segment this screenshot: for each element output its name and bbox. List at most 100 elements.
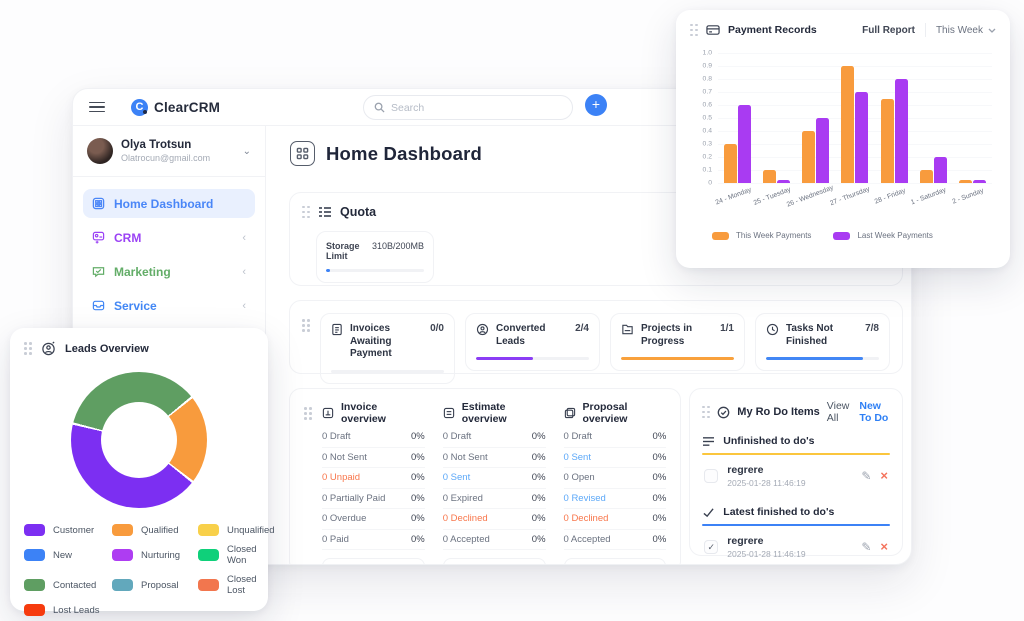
overview-row-label: 0 Open xyxy=(564,472,595,483)
sidebar-item-service[interactable]: Service‹ xyxy=(83,291,255,320)
edit-pencil-icon[interactable]: ✎ xyxy=(861,540,871,554)
bar-this-week-payments[interactable] xyxy=(881,99,894,184)
bar-this-week-payments[interactable] xyxy=(959,180,972,183)
bar-last-week-payments[interactable] xyxy=(973,180,986,183)
bar-this-week-payments[interactable] xyxy=(763,170,776,183)
overview-row-label: 0 Not Sent xyxy=(443,452,488,463)
new-todo-link[interactable]: New To Do xyxy=(859,400,890,424)
overview-row-label: 0 Draft xyxy=(443,431,472,442)
bar-this-week-payments[interactable] xyxy=(841,66,854,183)
dashboard-grid-icon xyxy=(290,141,315,166)
view-more-pill[interactable] xyxy=(322,558,425,565)
bar-group xyxy=(835,53,874,183)
legend-swatch xyxy=(24,524,45,536)
bar-last-week-payments[interactable] xyxy=(895,79,908,183)
bar-last-week-payments[interactable] xyxy=(934,157,947,183)
view-more-pill[interactable] xyxy=(443,558,546,565)
legend-item-closed-lost: Closed Lost xyxy=(198,574,275,596)
bar-this-week-payments[interactable] xyxy=(802,131,815,183)
todo-item-date: 2025-01-28 11:46:19 xyxy=(727,549,852,559)
view-more-pill[interactable] xyxy=(564,558,667,565)
overview-row: 0 Not Sent0% xyxy=(322,448,425,469)
overview-row-label: 0 Sent xyxy=(443,472,470,483)
delete-x-icon[interactable]: × xyxy=(880,542,888,552)
crm-icon xyxy=(92,231,105,244)
overview-row-label: 0 Paid xyxy=(322,534,349,545)
drag-handle-icon[interactable] xyxy=(24,342,32,355)
overview-row-value: 0% xyxy=(411,513,425,524)
drag-handle-icon[interactable] xyxy=(302,319,310,332)
legend-swatch xyxy=(24,549,45,561)
overview-row-label: 0 Declined xyxy=(443,513,488,524)
add-button[interactable]: + xyxy=(585,94,607,116)
week-range-dropdown[interactable]: This Week xyxy=(936,25,996,36)
legend-swatch xyxy=(198,549,219,561)
payment-title: Payment Records xyxy=(728,24,817,36)
bar-last-week-payments[interactable] xyxy=(777,180,790,183)
overview-row-value: 0% xyxy=(532,493,546,504)
bar-this-week-payments[interactable] xyxy=(724,144,737,183)
y-axis-tick: 0 xyxy=(690,180,712,187)
overview-row: 0 Draft0% xyxy=(443,427,546,448)
legend-swatch xyxy=(112,549,133,561)
chevron-down-icon[interactable]: ⌄ xyxy=(243,146,251,157)
chevron-left-icon[interactable]: ‹ xyxy=(242,300,246,312)
stat-card-tasks-not-finished[interactable]: Tasks Not Finished7/8 xyxy=(755,313,890,371)
sidebar-item-crm[interactable]: CRM‹ xyxy=(83,223,255,252)
drag-handle-icon[interactable] xyxy=(304,407,312,565)
overview-row: 0 Declined0% xyxy=(443,509,546,530)
x-axis-label: 1 - Saturday xyxy=(910,187,947,207)
search-input[interactable] xyxy=(391,102,541,114)
edit-pencil-icon[interactable]: ✎ xyxy=(861,469,871,483)
leads-overview-card: Leads Overview CustomerQualifiedUnqualif… xyxy=(10,328,268,611)
view-all-link[interactable]: View All xyxy=(827,400,850,424)
sidebar-item-home-dashboard[interactable]: Home Dashboard xyxy=(83,189,255,218)
full-report-link[interactable]: Full Report xyxy=(862,25,915,36)
overview-row: 0 Partially Paid0% xyxy=(322,489,425,510)
legend-item-unqualified: Unqualified xyxy=(198,524,275,536)
overview-row-value: 0% xyxy=(411,431,425,442)
drag-handle-icon[interactable] xyxy=(302,206,310,219)
bar-last-week-payments[interactable] xyxy=(738,105,751,183)
todo-section: My Ro Do Items View All New To Do Unfini… xyxy=(689,388,903,556)
stat-card-projects-in-progress[interactable]: Projects in Progress1/1 xyxy=(610,313,745,371)
stat-card-invoices-awaiting-payment[interactable]: Invoices Awaiting Payment0/0 xyxy=(320,313,455,384)
todo-subheading-label: Unfinished to do's xyxy=(723,435,814,447)
overview-row-label: 0 Not Sent xyxy=(322,452,367,463)
stat-label: Tasks Not Finished xyxy=(786,323,858,348)
drag-handle-icon[interactable] xyxy=(690,24,698,37)
overview-row-value: 0% xyxy=(532,472,546,483)
chevron-left-icon[interactable]: ‹ xyxy=(242,232,246,244)
legend-item-contacted: Contacted xyxy=(24,574,110,596)
legend-swatch xyxy=(712,232,729,240)
todo-item: ✓regrere2025-01-28 11:46:19✎× xyxy=(702,526,890,565)
y-axis-tick: 0.3 xyxy=(690,141,712,148)
payment-chart-legend: This Week PaymentsLast Week Payments xyxy=(712,231,996,240)
legend-label: Customer xyxy=(53,525,94,536)
todo-checkbox[interactable] xyxy=(704,469,718,483)
stat-label: Projects in Progress xyxy=(641,323,713,348)
stat-card-converted-leads[interactable]: Converted Leads2/4 xyxy=(465,313,600,371)
drag-handle-icon[interactable] xyxy=(702,406,710,419)
sidebar-item-marketing[interactable]: Marketing‹ xyxy=(83,257,255,286)
overview-row-label: 0 Sent xyxy=(564,452,591,463)
y-axis-tick: 0.8 xyxy=(690,76,712,83)
overview-row: 0 Paid0% xyxy=(322,530,425,551)
legend-label: Nurturing xyxy=(141,550,180,561)
bar-last-week-payments[interactable] xyxy=(816,118,829,183)
overview-row: 0 Draft0% xyxy=(564,427,667,448)
delete-x-icon[interactable]: × xyxy=(880,471,888,481)
todo-checkbox[interactable]: ✓ xyxy=(704,540,718,554)
progress-stat-icon xyxy=(621,323,634,336)
legend-label: Proposal xyxy=(141,580,179,591)
search-bar[interactable] xyxy=(363,95,573,120)
overview-row-value: 0% xyxy=(653,452,667,463)
user-profile[interactable]: Olya Trotsun Olatrocun@gmail.com ⌄ xyxy=(73,126,265,176)
legend-swatch xyxy=(833,232,850,240)
user-email: Olatrocun@gmail.com xyxy=(121,153,235,163)
chevron-left-icon[interactable]: ‹ xyxy=(242,266,246,278)
bar-last-week-payments[interactable] xyxy=(855,92,868,183)
bar-this-week-payments[interactable] xyxy=(920,170,933,183)
hamburger-menu-icon[interactable] xyxy=(89,102,105,113)
storage-limit-label: Storage Limit xyxy=(326,241,366,261)
